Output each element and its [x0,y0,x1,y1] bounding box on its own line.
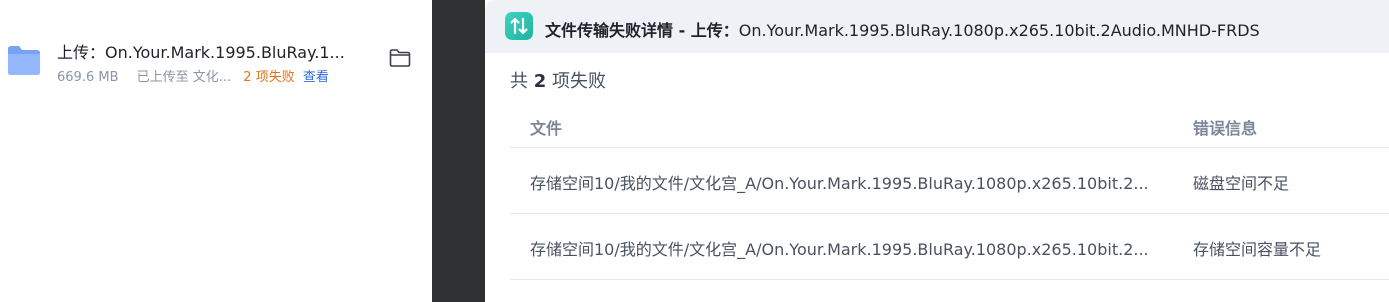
transfer-item-size: 669.6 MB [57,70,119,85]
dialog-title-filename: On.Your.Mark.1995.BluRay.1080p.x265.10bi… [738,21,1260,40]
dialog-title-prefix: 文件传输失败详情 - 上传： [545,21,739,40]
open-folder-icon [389,49,411,67]
screen: 上传：On.Your.Mark.1995.BluRay.1... 669.6 M… [0,0,1389,302]
row-error-message: 存储空间容量不足 [1193,240,1322,259]
table-row: 存储空间10/我的文件/文化宫_A/On.Your.Mark.1995.BluR… [510,214,1389,280]
transfer-item-destination: 已上传至 文化... [136,70,232,85]
summary-suffix: 项失败 [552,71,606,92]
dialog-title: 文件传输失败详情 - 上传：On.Your.Mark.1995.BluRay.1… [545,17,1260,41]
transfer-item-title: 上传：On.Your.Mark.1995.BluRay.1... [57,43,345,62]
open-folder-button[interactable] [388,46,412,70]
row-file-path: 存储空间10/我的文件/文化宫_A/On.Your.Mark.1995.BluR… [530,240,1149,259]
folder-icon [6,42,42,78]
table-row: 存储空间10/我的文件/文化宫_A/On.Your.Mark.1995.BluR… [510,148,1389,214]
modal-overlay[interactable] [432,0,485,302]
dialog-header: 文件传输失败详情 - 上传：On.Your.Mark.1995.BluRay.1… [485,0,1389,53]
transfer-arrows-icon [505,12,533,40]
summary-count: 2 [533,71,547,92]
row-file-path: 存储空间10/我的文件/文化宫_A/On.Your.Mark.1995.BluR… [530,174,1149,193]
summary-prefix: 共 [510,71,528,92]
view-failures-link[interactable]: 查看 [303,70,329,85]
failure-summary: 共 2 项失败 [510,67,606,93]
column-header-file: 文件 [530,119,563,138]
row-error-message: 磁盘空间不足 [1193,174,1290,193]
transfer-failure-dialog: 文件传输失败详情 - 上传：On.Your.Mark.1995.BluRay.1… [485,0,1389,302]
transfer-item-meta: 669.6 MB 已上传至 文化... 2 项失败 查看 [57,66,329,85]
table-header: 文件 错误信息 [510,104,1389,148]
column-header-error: 错误信息 [1193,119,1258,138]
transfer-list-panel: 上传：On.Your.Mark.1995.BluRay.1... 669.6 M… [0,0,432,302]
fail-count-badge: 2 项失败 [243,70,295,85]
